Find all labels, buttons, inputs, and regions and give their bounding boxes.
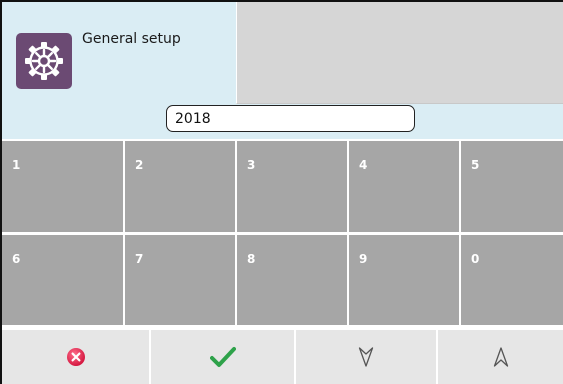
value-input[interactable] (166, 105, 415, 132)
key-label: 5 (471, 158, 480, 172)
key-label: 6 (12, 252, 21, 266)
key-label: 8 (247, 252, 256, 266)
key-4[interactable]: 4 (349, 141, 459, 232)
scroll-down-button[interactable] (296, 330, 436, 384)
checkmark-icon (209, 347, 236, 367)
frame-border-top (0, 0, 563, 2)
key-label: 0 (471, 252, 480, 266)
header-info-panel (236, 2, 563, 104)
arrow-up-icon (493, 347, 508, 367)
key-9[interactable]: 9 (349, 235, 459, 325)
frame-border-left (0, 0, 2, 384)
action-bar (2, 330, 563, 384)
settings-app-icon (16, 33, 72, 89)
key-label: 1 (12, 158, 21, 172)
key-1[interactable]: 1 (2, 141, 123, 232)
key-label: 2 (135, 158, 144, 172)
key-8[interactable]: 8 (237, 235, 347, 325)
key-6[interactable]: 6 (2, 235, 123, 325)
gear-icon (25, 42, 63, 80)
key-label: 9 (359, 252, 368, 266)
title-panel: General setup (2, 2, 236, 104)
key-label: 4 (359, 158, 368, 172)
page-title: General setup (82, 31, 181, 47)
key-2[interactable]: 2 (125, 141, 235, 232)
scroll-up-button[interactable] (438, 330, 563, 384)
arrow-down-icon (358, 347, 374, 367)
key-label: 7 (135, 252, 144, 266)
key-0[interactable]: 0 (461, 235, 563, 325)
key-label: 3 (247, 158, 256, 172)
numeric-keypad: 1 2 3 4 5 6 7 8 9 0 (2, 139, 563, 327)
key-7[interactable]: 7 (125, 235, 235, 325)
cancel-icon (66, 348, 85, 366)
key-3[interactable]: 3 (237, 141, 347, 232)
key-5[interactable]: 5 (461, 141, 563, 232)
cancel-button[interactable] (2, 330, 149, 384)
confirm-button[interactable] (151, 330, 294, 384)
setup-dialog: General setup 1 2 3 4 5 6 7 8 9 0 (0, 0, 563, 384)
